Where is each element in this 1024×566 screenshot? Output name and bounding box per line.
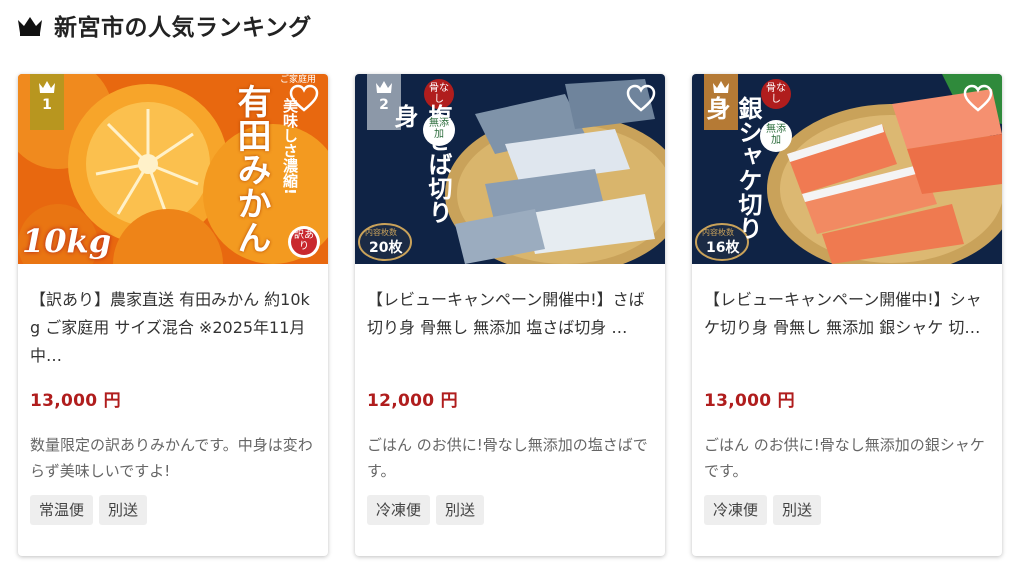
product-description: ごはん のお供に!骨なし無添加の銀シャケです。 <box>704 436 985 480</box>
ranking-header: 新宮市の人気ランキング <box>16 8 312 42</box>
favorite-button[interactable] <box>625 82 657 114</box>
shipping-tags: 冷凍便 別送 <box>704 495 822 525</box>
image-main-text: 銀シャケ切り身 <box>702 96 763 240</box>
product-image[interactable]: 2 塩さば切り身 骨なし 無添加 内容枚数 20枚 <box>355 74 665 264</box>
image-stamp-text: 訳あり <box>294 230 314 252</box>
crown-icon <box>18 17 42 36</box>
shipping-tag: 別送 <box>436 495 485 525</box>
favorite-button[interactable] <box>288 82 320 114</box>
rank-badge: 1 <box>30 74 64 130</box>
shipping-tags: 冷凍便 別送 <box>367 495 485 525</box>
product-name[interactable]: 【訳あり】農家直送 有田みかん 約10kg ご家庭用 サイズ混合 ※2025年1… <box>30 286 318 370</box>
image-count-text: 16枚 <box>706 240 740 256</box>
heart-icon <box>289 84 319 112</box>
favorite-button[interactable] <box>962 82 994 114</box>
product-price: 13,000 円 <box>30 391 121 411</box>
product-card[interactable]: 2 塩さば切り身 骨なし 無添加 内容枚数 20枚 【レビューキャンペーン開催中… <box>355 74 665 556</box>
crown-icon <box>376 81 392 93</box>
product-price: 12,000 円 <box>367 391 458 411</box>
heart-icon <box>626 84 656 112</box>
image-count-text: 20枚 <box>369 240 403 256</box>
image-badge-text: 骨なし <box>766 83 786 105</box>
image-main-text: 有田みかん <box>231 84 271 254</box>
heart-icon <box>963 84 993 112</box>
shipping-tag: 別送 <box>99 495 148 525</box>
product-image[interactable]: 3 銀シャケ切り身 骨なし 無添加 内容枚数 16枚 <box>692 74 1002 264</box>
ranking-title: 新宮市の人気ランキング <box>54 15 312 41</box>
product-price: 13,000 円 <box>704 391 795 411</box>
shipping-tag: 冷凍便 <box>367 495 431 525</box>
product-card[interactable]: 3 銀シャケ切り身 骨なし 無添加 内容枚数 16枚 【レビューキャンペーン開催… <box>692 74 1002 556</box>
product-description: ごはん のお供に!骨なし無添加の塩さばです。 <box>367 436 648 480</box>
crown-icon <box>39 81 55 93</box>
product-card[interactable]: 1 有田みかん 美味しさ濃縮! ご家庭用 10kg 訳あり 【訳あり】農家直送 … <box>18 74 328 556</box>
image-badge-text: 無添加 <box>766 124 786 146</box>
crown-icon <box>713 81 729 93</box>
product-name[interactable]: 【レビューキャンペーン開催中!】シャケ切り身 骨無し 無添加 銀シャケ 切… <box>704 286 992 342</box>
shipping-tag: 常温便 <box>30 495 94 525</box>
ranking-card-list: 1 有田みかん 美味しさ濃縮! ご家庭用 10kg 訳あり 【訳あり】農家直送 … <box>18 74 1002 556</box>
shipping-tag: 冷凍便 <box>704 495 768 525</box>
product-description: 数量限定の訳ありみかんです。中身は変わらず美味しいですよ! <box>30 436 313 480</box>
image-badge-text: 無添加 <box>429 118 449 140</box>
image-weight-text: 10kg <box>22 222 112 260</box>
shipping-tag: 別送 <box>773 495 822 525</box>
product-image[interactable]: 1 有田みかん 美味しさ濃縮! ご家庭用 10kg 訳あり <box>18 74 328 264</box>
rank-number: 1 <box>42 97 52 113</box>
image-badge-text: 骨なし <box>429 83 449 105</box>
product-name[interactable]: 【レビューキャンペーン開催中!】さば切り身 骨無し 無添加 塩さば切身 … <box>367 286 655 342</box>
shipping-tags: 常温便 別送 <box>30 495 148 525</box>
